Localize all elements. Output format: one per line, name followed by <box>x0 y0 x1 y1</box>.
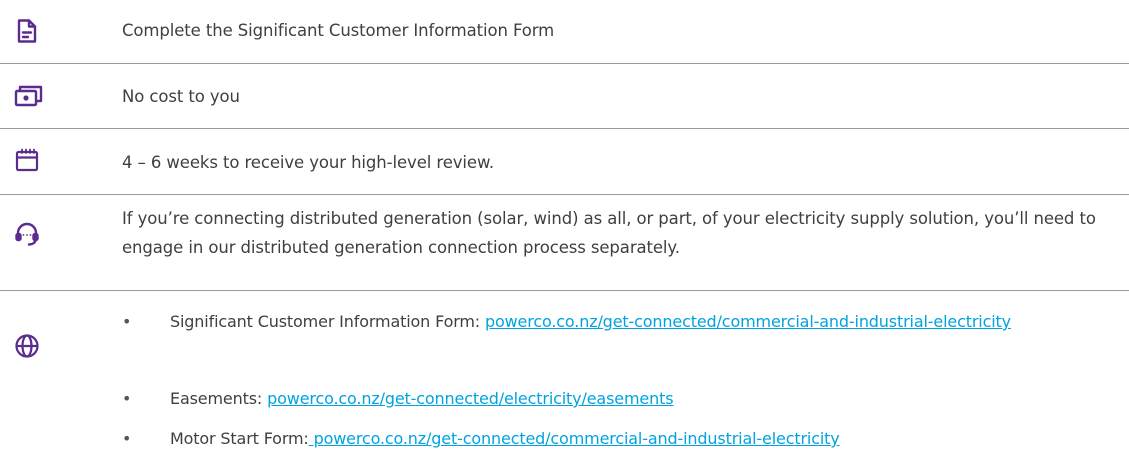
list-item: • Motor Start Form: powerco.co.nz/get-co… <box>122 425 1109 452</box>
row-divider <box>0 63 1129 64</box>
row-divider <box>0 290 1129 291</box>
bullet: • <box>122 312 132 331</box>
calendar-icon <box>14 147 40 173</box>
link-label: Easements: <box>170 389 268 408</box>
timeline-text: 4 – 6 weeks to receive your high-level r… <box>122 153 494 172</box>
row-divider <box>0 194 1129 195</box>
motor-start-form-link[interactable]: powerco.co.nz/get-connected/commercial-a… <box>309 429 840 448</box>
form-instruction-text: Complete the Significant Customer Inform… <box>122 21 555 40</box>
list-item: • Easements: powerco.co.nz/get-connected… <box>122 385 1109 412</box>
document-form-icon <box>14 18 40 44</box>
headset-support-icon <box>14 221 40 247</box>
row-divider <box>0 128 1129 129</box>
link-label: Significant Customer Information Form: <box>170 312 485 331</box>
link-label: Motor Start Form: <box>170 429 309 448</box>
list-item: • Significant Customer Information Form:… <box>122 308 1109 335</box>
easements-link[interactable]: powerco.co.nz/get-connected/electricity/… <box>267 389 673 408</box>
distributed-generation-note: If you’re connecting distributed generat… <box>122 209 1096 257</box>
sig-customer-form-link[interactable]: powerco.co.nz/get-connected/commercial-a… <box>485 312 1011 331</box>
cash-money-icon <box>14 83 44 109</box>
bullet: • <box>122 389 132 408</box>
bullet: • <box>122 429 132 448</box>
globe-icon <box>14 333 40 359</box>
cost-text: No cost to you <box>122 87 240 106</box>
